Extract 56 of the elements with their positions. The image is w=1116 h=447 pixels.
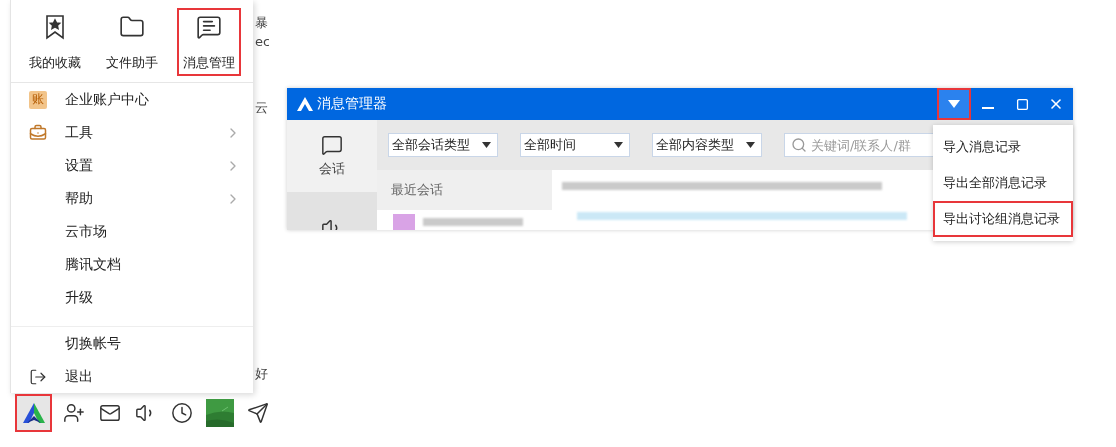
- filter-dropdown[interactable]: 全部时间: [520, 133, 630, 157]
- list-header: 最近会话: [377, 170, 552, 210]
- menu-item-label: 升级: [65, 288, 94, 307]
- exit-icon: [29, 367, 47, 386]
- menu-button[interactable]: [937, 88, 971, 120]
- avatar: [393, 214, 415, 230]
- cut-off-text: ec: [255, 34, 269, 49]
- menu-item-label: 工具: [65, 123, 94, 142]
- dropdown-item[interactable]: 导出全部消息记录: [933, 165, 1073, 201]
- search-icon: [791, 137, 807, 153]
- cut-off-text: 暴: [255, 14, 269, 32]
- menu-item-label: 设置: [65, 156, 94, 175]
- menu-item[interactable]: 升级: [11, 281, 253, 314]
- minimize-icon: [982, 107, 994, 109]
- caret-icon: [482, 142, 491, 148]
- toolbar-button[interactable]: [15, 394, 53, 432]
- send-icon: [247, 402, 270, 424]
- logo-icon: [297, 97, 313, 111]
- mail-icon: [99, 402, 122, 424]
- menu-item-label: 企业账户中心: [65, 90, 150, 109]
- menu-item[interactable]: 云市场: [11, 215, 253, 248]
- ledger-icon: 账: [29, 90, 47, 109]
- menu-item[interactable]: 工具: [11, 116, 253, 149]
- shortcut-button[interactable]: 我的收藏: [23, 8, 88, 76]
- menu-item-label: 云市场: [65, 222, 108, 241]
- nav-tab[interactable]: 会话: [287, 120, 377, 192]
- toolbox-icon: [29, 123, 47, 142]
- menu-item-label: 切换帐号: [65, 334, 122, 353]
- shortcut-button[interactable]: 文件助手: [100, 8, 164, 76]
- menu-item-label: 帮助: [65, 189, 94, 208]
- logo-icon: [21, 402, 46, 424]
- menu-item[interactable]: 退出: [11, 360, 253, 393]
- menu-item-label: 退出: [65, 367, 94, 386]
- shortcut-button[interactable]: 消息管理: [176, 8, 241, 76]
- message-icon: [195, 14, 222, 40]
- filter-dropdown[interactable]: 全部内容类型: [652, 133, 762, 157]
- cut-off-text: 云: [255, 99, 269, 117]
- maximize-icon: [1015, 97, 1029, 111]
- menu-item-label: 腾讯文档: [65, 255, 122, 274]
- window-title: 消息管理器: [317, 95, 388, 113]
- menu-item[interactable]: 帮助: [11, 182, 253, 215]
- menu-item[interactable]: 切换帐号: [11, 326, 253, 360]
- dropdown-item[interactable]: 导出讨论组消息记录: [933, 201, 1073, 237]
- nav-label: 会话: [319, 160, 345, 178]
- clock-icon: [171, 402, 194, 424]
- dropdown-icon: [948, 100, 960, 108]
- menu-item[interactable]: 设置: [11, 149, 253, 182]
- menu-item[interactable]: 账 企业账户中心: [11, 83, 253, 116]
- caret-icon: [746, 142, 755, 148]
- cut-off-text: 好: [255, 365, 269, 383]
- add-contact-icon: [63, 402, 86, 424]
- close-icon: [1048, 96, 1064, 112]
- chat-icon: [321, 134, 343, 156]
- caret-icon: [614, 142, 623, 148]
- filter-dropdown[interactable]: 全部会话类型: [388, 133, 498, 157]
- menu-item[interactable]: 腾讯文档: [11, 248, 253, 281]
